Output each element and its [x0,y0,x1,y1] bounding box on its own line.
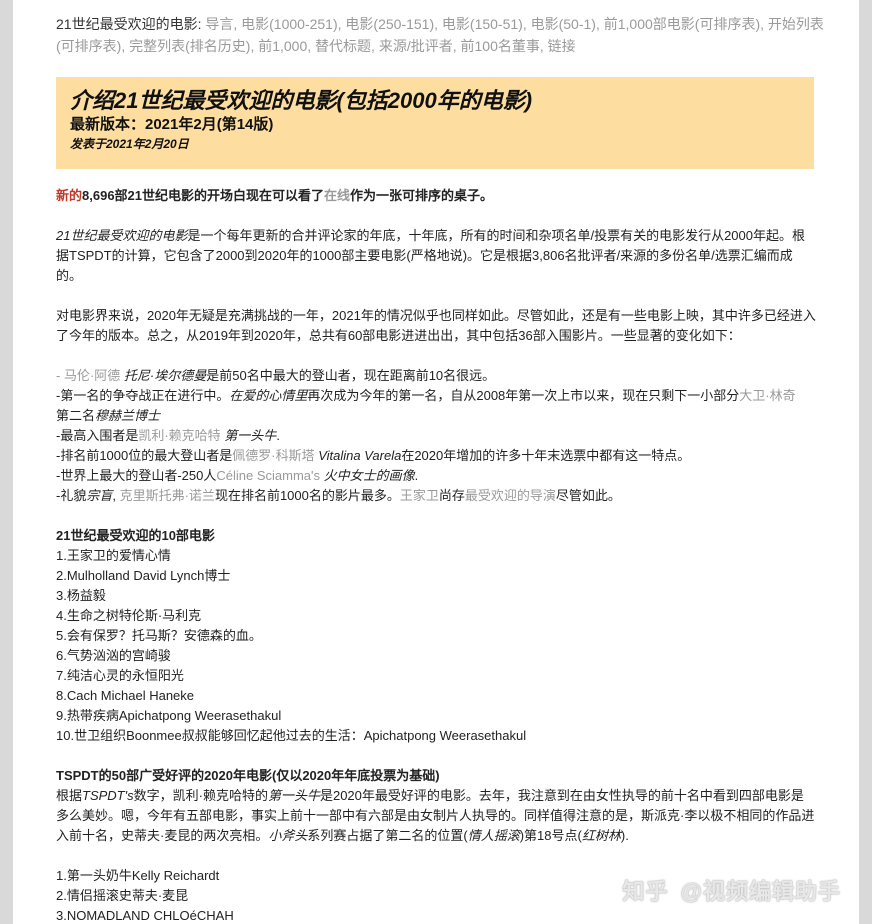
watermark: 知乎 @视频编辑助手 [623,874,841,906]
film-title: 宗盲 [86,488,113,503]
change-item: - 马伦·阿德 托尼·埃尔德曼是前50名中最大的登山者，现在距离前10名很远。 [56,366,816,386]
change-text: 现在排名前1000名的影片最多。 [214,488,400,503]
watermark-author: @视频编辑助手 [680,879,841,904]
list-item: 2.Mulholland David Lynch博士 [56,568,231,583]
new-notice: 新的8,696部21世纪电影的开场白现在可以看了在线作为一张可排序的桌子。 [56,186,816,206]
page: 21世纪最受欢迎的电影: 导言, 电影(1000-251), 电影(250-15… [13,0,859,924]
change-text: -礼貌 [56,488,87,503]
nav-link-top-1000-sortable[interactable]: 前1,000部电影(可排序表) [604,16,760,32]
change-item: -第一名的争夺战正在进行中。在爱的心情里再次成为今年的第一名，自从2008年第一… [56,386,816,426]
list-item: 3.NOMADLAND CHLOéCHAH [56,908,234,923]
change-text: -世界上最大的登山者-250人 [56,468,217,483]
top-navigation: 21世纪最受欢迎的电影: 导言, 电影(1000-251), 电影(250-15… [56,16,824,54]
film-title: 火中女士的画像 [320,468,415,483]
nav-link-alt-titles[interactable]: 替代标题 [315,38,371,54]
change-text: 再次成为今年的第一名，自从2008年第一次上市以来，现在只剩下一小部分 [307,388,740,403]
change-text: 尽管如此。 [555,488,621,503]
nav-link-top-100-directors[interactable]: 前100名董事 [461,38,540,54]
director-link[interactable]: 克里斯托弗·诺兰 [120,488,215,503]
film-title: Vitalina Varela [314,448,402,463]
list-item: 5.会有保罗？托马斯？安德森的血。 [56,628,262,643]
nav-link-films-250-151[interactable]: 电影(250-151) [345,16,434,32]
change-text: 第二名 [56,408,96,423]
director-link[interactable]: - 马伦·阿德 [56,368,124,383]
change-text: 尚存 [438,488,465,503]
description-paragraph: 21世纪最受欢迎的电影是一个每年更新的合并评论家的年底，十年底，所有的时间和杂项… [56,226,816,286]
tspdt-text: )第18号点( [519,828,582,843]
film-title: 在爱的心情里 [229,388,308,403]
film-title: 情人摇滚 [467,828,520,843]
nav-link-top-1000[interactable]: 前1,000 [258,38,307,54]
change-item: -最高入围者是凯利·赖克哈特 第一头牛. [56,426,816,446]
film-title: 红树林 [581,828,621,843]
change-text: . [414,468,419,483]
list-item: 10.世卫组织Boonmee叔叔能够回忆起他过去的生活：Apichatpong … [56,728,527,743]
change-text: -排名前1000位的最大登山者是 [56,448,233,463]
change-text: 是前50名中最大的登山者，现在距离前10名很远。 [206,368,496,383]
new-badge: 新的 [56,188,83,203]
notice-text-end: 作为一张可排序的桌子。 [350,188,494,203]
nav-link-films-1000-251[interactable]: 电影(1000-251) [241,16,338,32]
page-title: 介绍21世纪最受欢迎的电影(包括2000年的电影) [70,88,533,113]
nav-link-intro[interactable]: 导言 [205,16,233,32]
list-item: 8.Cach Michael Haneke [56,688,195,703]
version-text: 最新版本：2021年2月(第14版) [70,116,274,133]
list-item: 9.热带疾病Apichatpong Weerasethakul [56,708,282,723]
nav-link-full-list[interactable]: 完整列表(排名历史) [129,38,250,54]
published-date: 发表于2021年2月20日 [70,137,189,151]
section-heading: 21世纪最受欢迎的10部电影 [56,528,215,543]
year-paragraph: 对电影界来说，2020年无疑是充满挑战的一年，2021年的情况似乎也同样如此。尽… [56,308,816,343]
director-link[interactable]: 王家卫 [400,488,439,503]
intro-banner: 介绍21世纪最受欢迎的电影(包括2000年的电影) 最新版本：2021年2月(第… [56,77,814,169]
changes-list: - 马伦·阿德 托尼·埃尔德曼是前50名中最大的登山者，现在距离前10名很远。 … [56,366,816,506]
change-text: , [112,488,120,503]
film-title: 小斧头 [268,828,308,843]
section-heading: TSPDT的50部广受好评的2020年电影(仅以2020年年底投票为基础) [56,768,440,783]
online-link[interactable]: 在线 [324,188,350,203]
film-title: 穆赫兰博士 [95,408,161,423]
change-text: . [276,428,280,443]
nav-label: 21世纪最受欢迎的电影: [56,16,202,32]
director-link[interactable]: Céline Sciamma's [216,468,320,483]
list-title-italic: 21世纪最受欢迎的电影 [56,228,188,243]
list-item: 3.杨益毅 [56,588,106,603]
directors-link[interactable]: 最受欢迎的导演 [465,488,556,503]
tspdt-text: 数字，凯利·赖克哈特的 [133,788,268,803]
film-title: 第一头牛 [267,788,320,803]
tspdt-text: 系列赛占据了第二名的位置( [307,828,468,843]
change-text: -最高入围者是 [56,428,139,443]
change-text: 在2020年增加的许多十年末选票中都有这一特点。 [401,448,691,463]
list-item: 1.王家卫的爱情心情 [56,548,171,563]
film-title: 托尼·埃尔德曼 [123,368,207,383]
top10-section: 21世纪最受欢迎的10部电影 1.王家卫的爱情心情 2.Mulholland D… [56,526,816,746]
list-item: 6.气势汹汹的宫崎骏 [56,648,171,663]
director-link[interactable]: 凯利·赖克哈特 [138,428,220,443]
change-text: -第一名的争夺战正在进行中。 [56,388,230,403]
nav-link-sources[interactable]: 来源/批评者 [379,38,453,54]
nav-link-films-150-51[interactable]: 电影(150-51) [442,16,523,32]
list-item: 4.生命之树特伦斯·马利克 [56,608,202,623]
director-link[interactable]: 大卫·林奇 [739,388,795,403]
watermark-site: 知乎 [622,879,669,904]
tspdt-italic: TSPDT's [82,788,134,803]
nav-link-links[interactable]: 链接 [548,38,576,54]
article-body: 新的8,696部21世纪电影的开场白现在可以看了在线作为一张可排序的桌子。 21… [56,186,816,924]
film-title: 第一头牛 [220,428,277,443]
list-item: 7.纯洁心灵的永恒阳光 [56,668,184,683]
tspdt-paragraph: 根据TSPDT's数字，凯利·赖克哈特的第一头牛是2020年最受好评的电影。去年… [56,786,816,846]
nav-link-films-50-1[interactable]: 电影(50-1) [531,16,596,32]
notice-text: 8,696部21世纪电影的开场白现在可以看了 [82,188,325,203]
change-item: -礼貌宗盲, 克里斯托弗·诺兰现在排名前1000名的影片最多。王家卫尚存最受欢迎… [56,486,816,506]
tspdt-text: ). [620,828,629,843]
change-item: -排名前1000位的最大登山者是佩德罗·科斯塔 Vitalina Varela在… [56,446,816,466]
change-item: -世界上最大的登山者-250人Céline Sciamma's 火中女士的画像. [56,466,816,486]
director-link[interactable]: 佩德罗·科斯塔 [232,448,314,463]
tspdt-text: 根据 [56,788,83,803]
